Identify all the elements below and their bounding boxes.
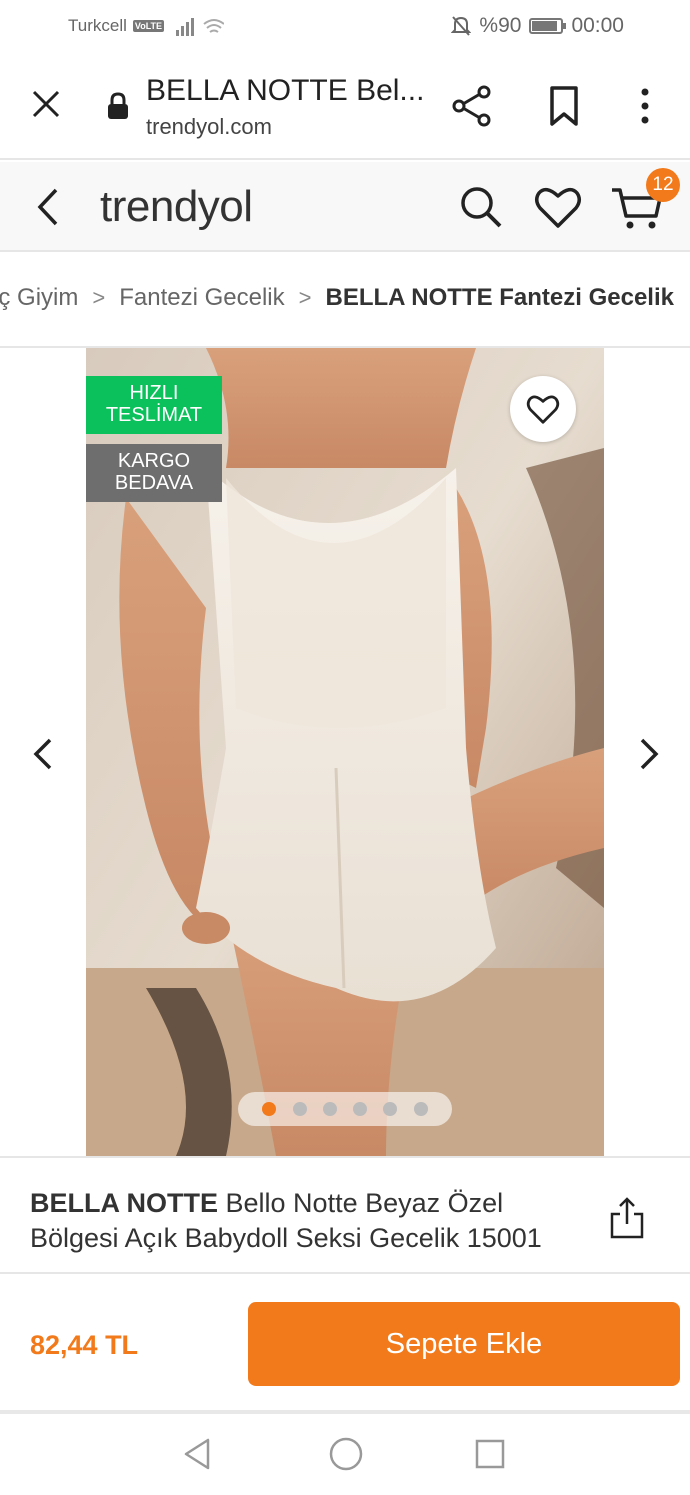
gallery-pagination (238, 1092, 452, 1126)
gallery-dot[interactable] (322, 1102, 337, 1116)
product-price: 82,44 TL (30, 1330, 139, 1360)
next-image-arrow-icon[interactable] (634, 734, 662, 774)
gallery-dot[interactable] (383, 1102, 398, 1116)
breadcrumb-item[interactable]: Fantezi Gecelik (119, 284, 284, 312)
chevron-right-icon: > (298, 285, 312, 310)
chevron-right-icon: > (92, 285, 106, 310)
browser-toolbar: BELLA NOTTE Bel... trendyol.com (0, 52, 690, 160)
signal-icon (176, 18, 224, 36)
battery-percent: %90 (479, 14, 522, 37)
nav-back-icon[interactable] (182, 1436, 214, 1472)
status-right: %90 00:00 (451, 14, 624, 38)
breadcrumb-current[interactable]: BELLA NOTTE Fantezi Gecelik (325, 284, 674, 312)
buy-bar: 82,44 TL Sepete Ekle (0, 1274, 690, 1414)
back-icon[interactable] (30, 186, 66, 228)
browser-page-title[interactable]: BELLA NOTTE Bel... (146, 74, 424, 108)
bookmark-icon[interactable] (544, 84, 584, 128)
system-navigation-bar (0, 1414, 690, 1495)
more-icon[interactable] (630, 84, 660, 128)
search-icon[interactable] (458, 184, 504, 230)
nav-recent-apps-icon[interactable] (474, 1438, 506, 1470)
carrier: Turkcell VoLTE (68, 16, 165, 36)
gallery-dot[interactable] (353, 1102, 368, 1116)
cart-count-badge: 12 (646, 168, 680, 202)
share-icon[interactable] (608, 1196, 646, 1240)
mute-icon (451, 16, 472, 36)
breadcrumb-item[interactable]: İç Giyim (0, 284, 78, 312)
product-brand[interactable]: BELLA NOTTE (30, 1188, 218, 1218)
free-shipping-line1: KARGO (117, 450, 191, 472)
free-shipping-line2: BEDAVA (114, 472, 194, 494)
previous-image-arrow-icon[interactable] (30, 734, 58, 774)
nav-home-icon[interactable] (328, 1436, 364, 1472)
app-header: trendyol 12 (0, 162, 690, 252)
product-gallery[interactable]: HIZLI TESLİMAT KARGO BEDAVA (0, 348, 690, 1156)
volte-badge: VoLTE (132, 20, 165, 32)
gallery-dot[interactable] (262, 1102, 277, 1116)
product-title: BELLA NOTTE Bello Notte Beyaz Özel Bölge… (30, 1186, 590, 1256)
share-icon[interactable] (450, 84, 494, 128)
close-icon[interactable] (28, 86, 64, 122)
lock-icon (108, 92, 128, 119)
add-to-cart-button[interactable]: Sepete Ekle (248, 1302, 680, 1386)
heart-icon (526, 395, 560, 424)
battery-icon (529, 18, 567, 34)
fast-delivery-line1: HIZLI (129, 382, 179, 404)
heart-icon[interactable] (534, 184, 582, 230)
gallery-dot[interactable] (292, 1102, 307, 1116)
trendyol-logo[interactable]: trendyol (100, 182, 253, 232)
clock: 00:00 (571, 14, 624, 37)
browser-url[interactable]: trendyol.com (146, 114, 272, 140)
status-bar: Turkcell VoLTE %90 00:00 (0, 0, 690, 52)
product-title-section: BELLA NOTTE Bello Notte Beyaz Özel Bölge… (0, 1156, 690, 1274)
free-shipping-badge: KARGO BEDAVA (86, 444, 222, 502)
carrier-name: Turkcell (68, 16, 127, 35)
gallery-dot[interactable] (413, 1102, 428, 1116)
breadcrumb: İç Giyim > Fantezi Gecelik > BELLA NOTTE… (0, 252, 690, 348)
fast-delivery-line2: TESLİMAT (105, 404, 203, 426)
fast-delivery-badge: HIZLI TESLİMAT (86, 376, 222, 434)
favorite-button[interactable] (510, 376, 576, 442)
